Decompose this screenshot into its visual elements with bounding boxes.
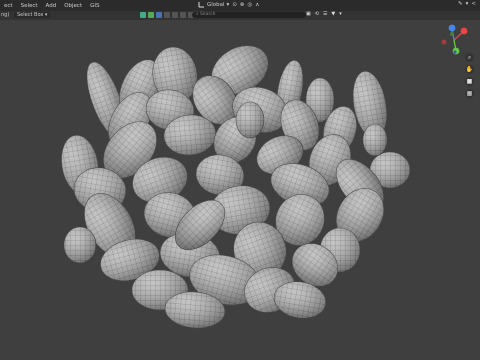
menu-add[interactable]: Add (42, 3, 61, 9)
snap-icon[interactable]: ⊗ (240, 2, 245, 8)
select-box-dropdown[interactable]: Select Box ▾ (14, 12, 51, 18)
header-right-tools: ✎ ▾ < (458, 1, 476, 7)
mesh-blob[interactable] (63, 226, 97, 264)
pivot-icon[interactable]: ⊙ (232, 2, 237, 8)
solid-shading-icon[interactable] (164, 12, 170, 18)
menu-select[interactable]: Select (17, 3, 42, 9)
orientation-dropdown[interactable]: Global ▾ (198, 1, 229, 8)
viewport-header: ect Select Add Object GIS Global ▾ ⊙ ⊗ ◎… (0, 0, 480, 11)
orientation-icon (198, 2, 204, 8)
mesh-blob[interactable] (235, 101, 265, 139)
search-icon: ⌕ (196, 12, 199, 17)
filter-icon[interactable]: ▼ (331, 11, 335, 17)
select-box-label: Select Box (17, 12, 44, 18)
sync-icon[interactable]: ⟲ (315, 11, 319, 17)
mode-label[interactable]: ng) (1, 12, 9, 18)
chevron-down-icon: ▾ (226, 1, 230, 8)
viewport-overlay-icon[interactable] (140, 12, 146, 18)
local-view-icon[interactable]: ☰ (323, 11, 327, 17)
mesh-pile[interactable] (0, 20, 480, 360)
proportional-icon[interactable]: ◎ (248, 2, 253, 8)
3d-viewport[interactable]: ect Select Add Object GIS Global ▾ ⊙ ⊗ ◎… (0, 0, 480, 360)
sidebar-toggle-icon[interactable]: < (471, 1, 476, 7)
material-shading-icon[interactable] (172, 12, 178, 18)
tool-settings-bar: ng) Select Box ▾ ⌕ Search ▣ ⟲ ☰ ▼ ▾ (0, 11, 480, 20)
viewport-tools: ▣ ⟲ ☰ ▼ ▾ (306, 11, 342, 17)
search-placeholder: Search (199, 12, 216, 17)
chevron-down-icon[interactable]: ▾ (339, 11, 342, 17)
menu-item-0[interactable]: ect (0, 3, 17, 9)
snap-toggle-icon[interactable]: ▣ (306, 11, 311, 17)
orientation-label: Global (207, 1, 225, 8)
falloff-icon[interactable]: ∧ (255, 2, 259, 8)
rendered-shading-icon[interactable] (180, 12, 186, 18)
wireframe-shading-icon[interactable] (156, 12, 162, 18)
gizmo-toggle-icon[interactable] (148, 12, 154, 18)
transform-tools: Global ▾ ⊙ ⊗ ◎ ∧ (198, 1, 259, 8)
search-input[interactable]: ⌕ Search (192, 12, 306, 18)
menu-gis[interactable]: GIS (86, 3, 103, 9)
mesh-blob[interactable] (362, 123, 388, 157)
chevron-down-icon[interactable]: ▾ (466, 1, 469, 7)
editor-type-icon[interactable]: ✎ (458, 1, 463, 7)
menu-object[interactable]: Object (60, 3, 86, 9)
